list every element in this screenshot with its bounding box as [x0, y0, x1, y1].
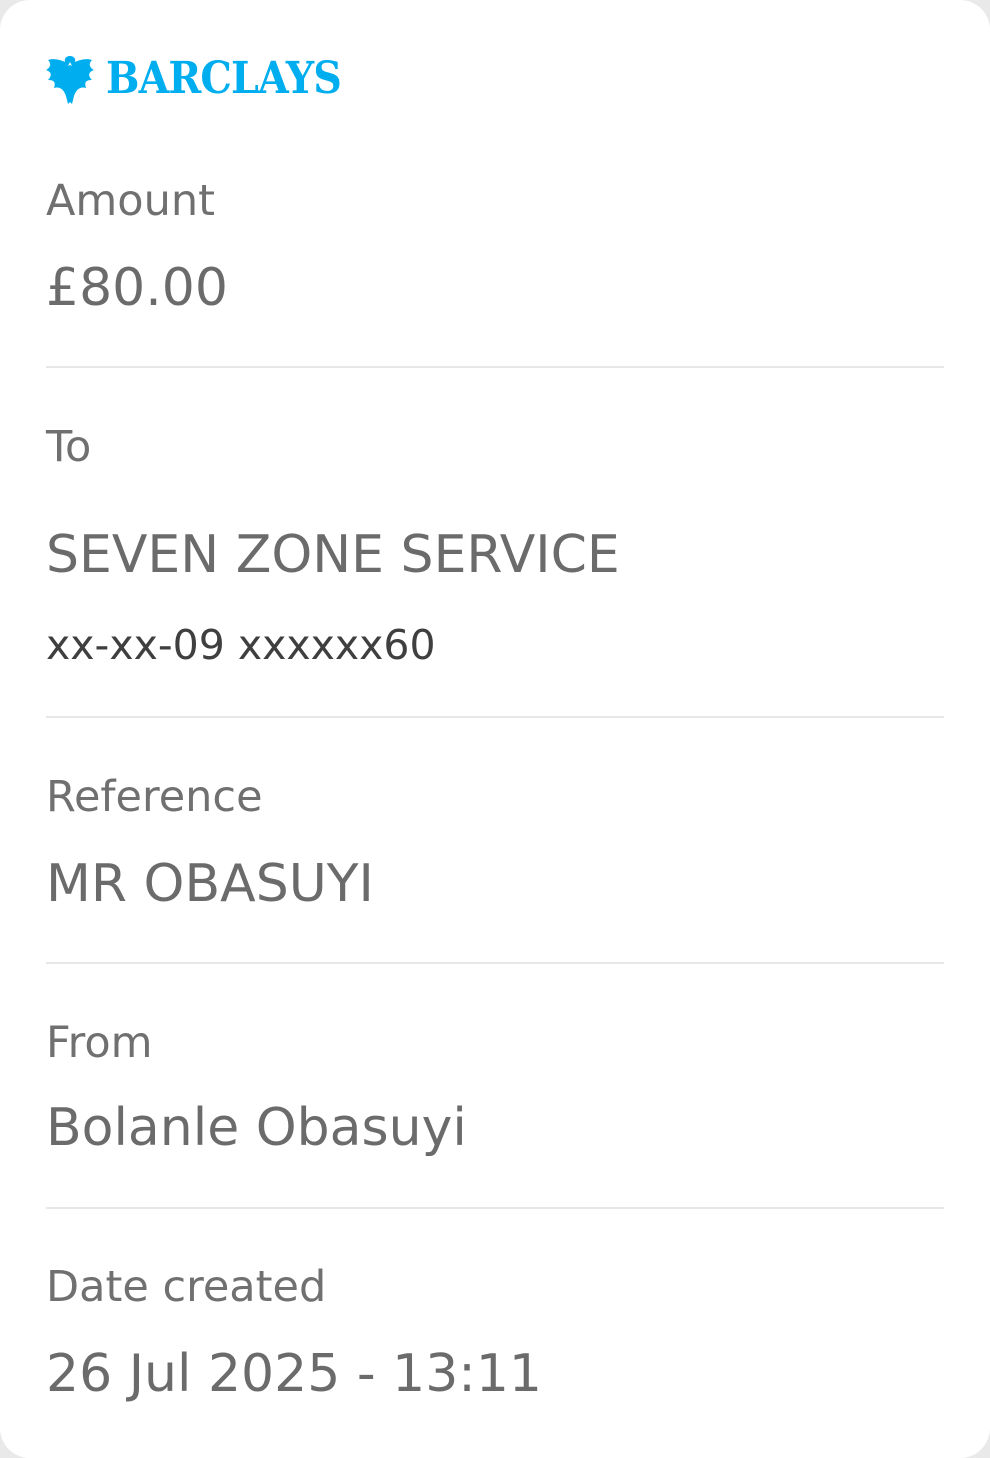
divider: [46, 962, 944, 964]
from-value: Bolanle Obasuyi: [46, 1098, 467, 1158]
to-label: To: [46, 422, 92, 472]
divider: [46, 1207, 944, 1209]
barclays-logo: BARCLAYS: [44, 52, 367, 106]
reference-value: MR OBASUYI: [46, 854, 374, 914]
brand-name: BARCLAYS: [106, 53, 342, 104]
amount-value: £80.00: [46, 258, 228, 318]
amount-label: Amount: [46, 176, 215, 226]
from-label: From: [46, 1018, 153, 1068]
date-created-label: Date created: [46, 1262, 327, 1312]
payee-account: xx-xx-09 xxxxxx60: [46, 621, 436, 669]
payee-name: SEVEN ZONE SERVICE: [46, 525, 620, 585]
eagle-icon: [46, 56, 94, 104]
divider: [46, 716, 944, 718]
date-created-value: 26 Jul 2025 - 13:11: [46, 1344, 542, 1404]
divider: [46, 366, 944, 368]
reference-label: Reference: [46, 772, 263, 822]
payment-details-card: BARCLAYS Amount £80.00 To SEVEN ZONE SER…: [0, 0, 990, 1458]
